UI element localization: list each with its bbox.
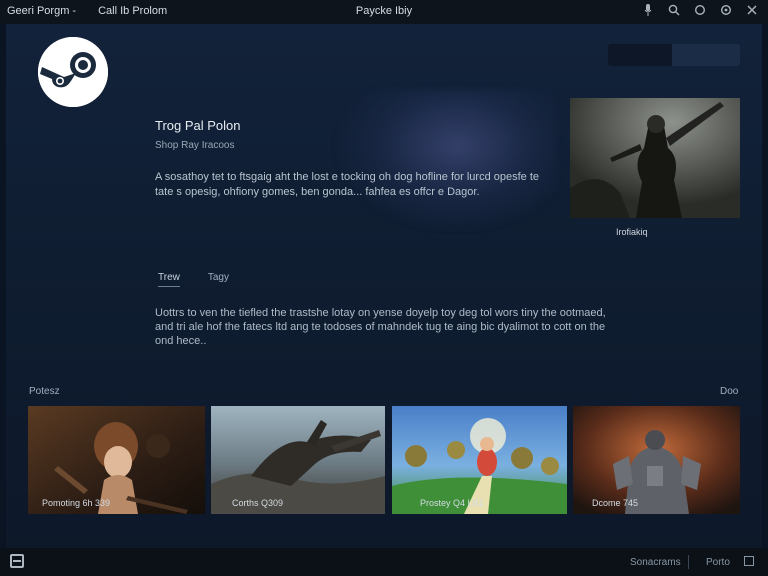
menu-item-call[interactable]: Call Ib Prolom (98, 5, 167, 17)
content-tabs: Trew Tagy (158, 272, 229, 287)
hero-description: A sosathoy tet to ftsgaig aht the lost e… (155, 171, 540, 198)
tab-paragraph: Uottrs to ven the tiefled the trastshe l… (155, 307, 606, 347)
card-caption-4: Dcome 745 (592, 498, 639, 508)
decorative-glow (336, 90, 556, 230)
titlebar-menu: Geeri Porgm - Call Ib Prolom (7, 5, 167, 17)
circle-icon[interactable] (694, 3, 706, 17)
square-icon[interactable] (744, 556, 754, 566)
top-segmented-button[interactable] (608, 44, 740, 66)
window-icon[interactable] (10, 554, 24, 568)
status-link-2[interactable]: Porto (706, 557, 730, 568)
card-caption-3: Prostey Q4 LB1 (420, 498, 484, 508)
card-caption-1: Pomoting 6h 339 (42, 498, 111, 508)
status-divider (688, 555, 689, 569)
menu-item-program[interactable]: Geeri Porgm - (7, 5, 76, 17)
card-caption-2: Corths Q309 (232, 498, 284, 508)
window-titlebar: Geeri Porgm - Call Ib Prolom Paycke Ibiy (0, 0, 768, 24)
app-logo-icon[interactable] (38, 37, 108, 107)
main-panel: Trog Pal Polon Shop Ray Iracoos A sosath… (6, 24, 762, 548)
hero-subtitle: Shop Ray Iracoos (155, 140, 235, 151)
hero-title: Trog Pal Polon (155, 118, 241, 133)
section-title: Potesz (29, 386, 60, 397)
section-more-link[interactable]: Doo (720, 386, 738, 397)
segment-left[interactable] (608, 44, 672, 66)
window-title: Paycke Ibiy (355, 5, 413, 17)
status-bar: Sonacrams Porto (0, 548, 768, 576)
segment-right[interactable] (672, 44, 740, 66)
feature-caption: Irofiakiq (616, 227, 648, 237)
titlebar-controls (642, 3, 758, 17)
tab-tagy[interactable]: Tagy (208, 272, 229, 287)
search-icon[interactable] (668, 3, 680, 17)
feature-artwork[interactable] (570, 98, 740, 218)
close-icon[interactable] (746, 3, 758, 17)
settings-icon[interactable] (720, 3, 732, 17)
mic-icon[interactable] (642, 3, 654, 17)
status-link-1[interactable]: Sonacrams (630, 557, 681, 568)
tab-trew[interactable]: Trew (158, 272, 180, 287)
